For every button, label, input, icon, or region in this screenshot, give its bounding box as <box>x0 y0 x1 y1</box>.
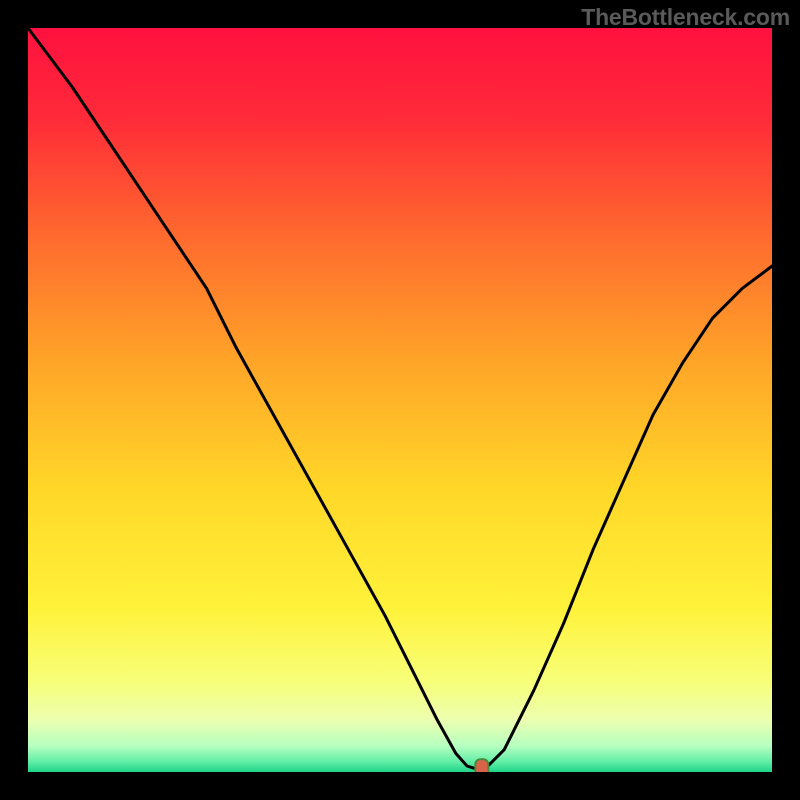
optimal-point-marker <box>475 759 488 772</box>
attribution-label: TheBottleneck.com <box>581 4 790 31</box>
bottleneck-chart <box>28 28 772 772</box>
